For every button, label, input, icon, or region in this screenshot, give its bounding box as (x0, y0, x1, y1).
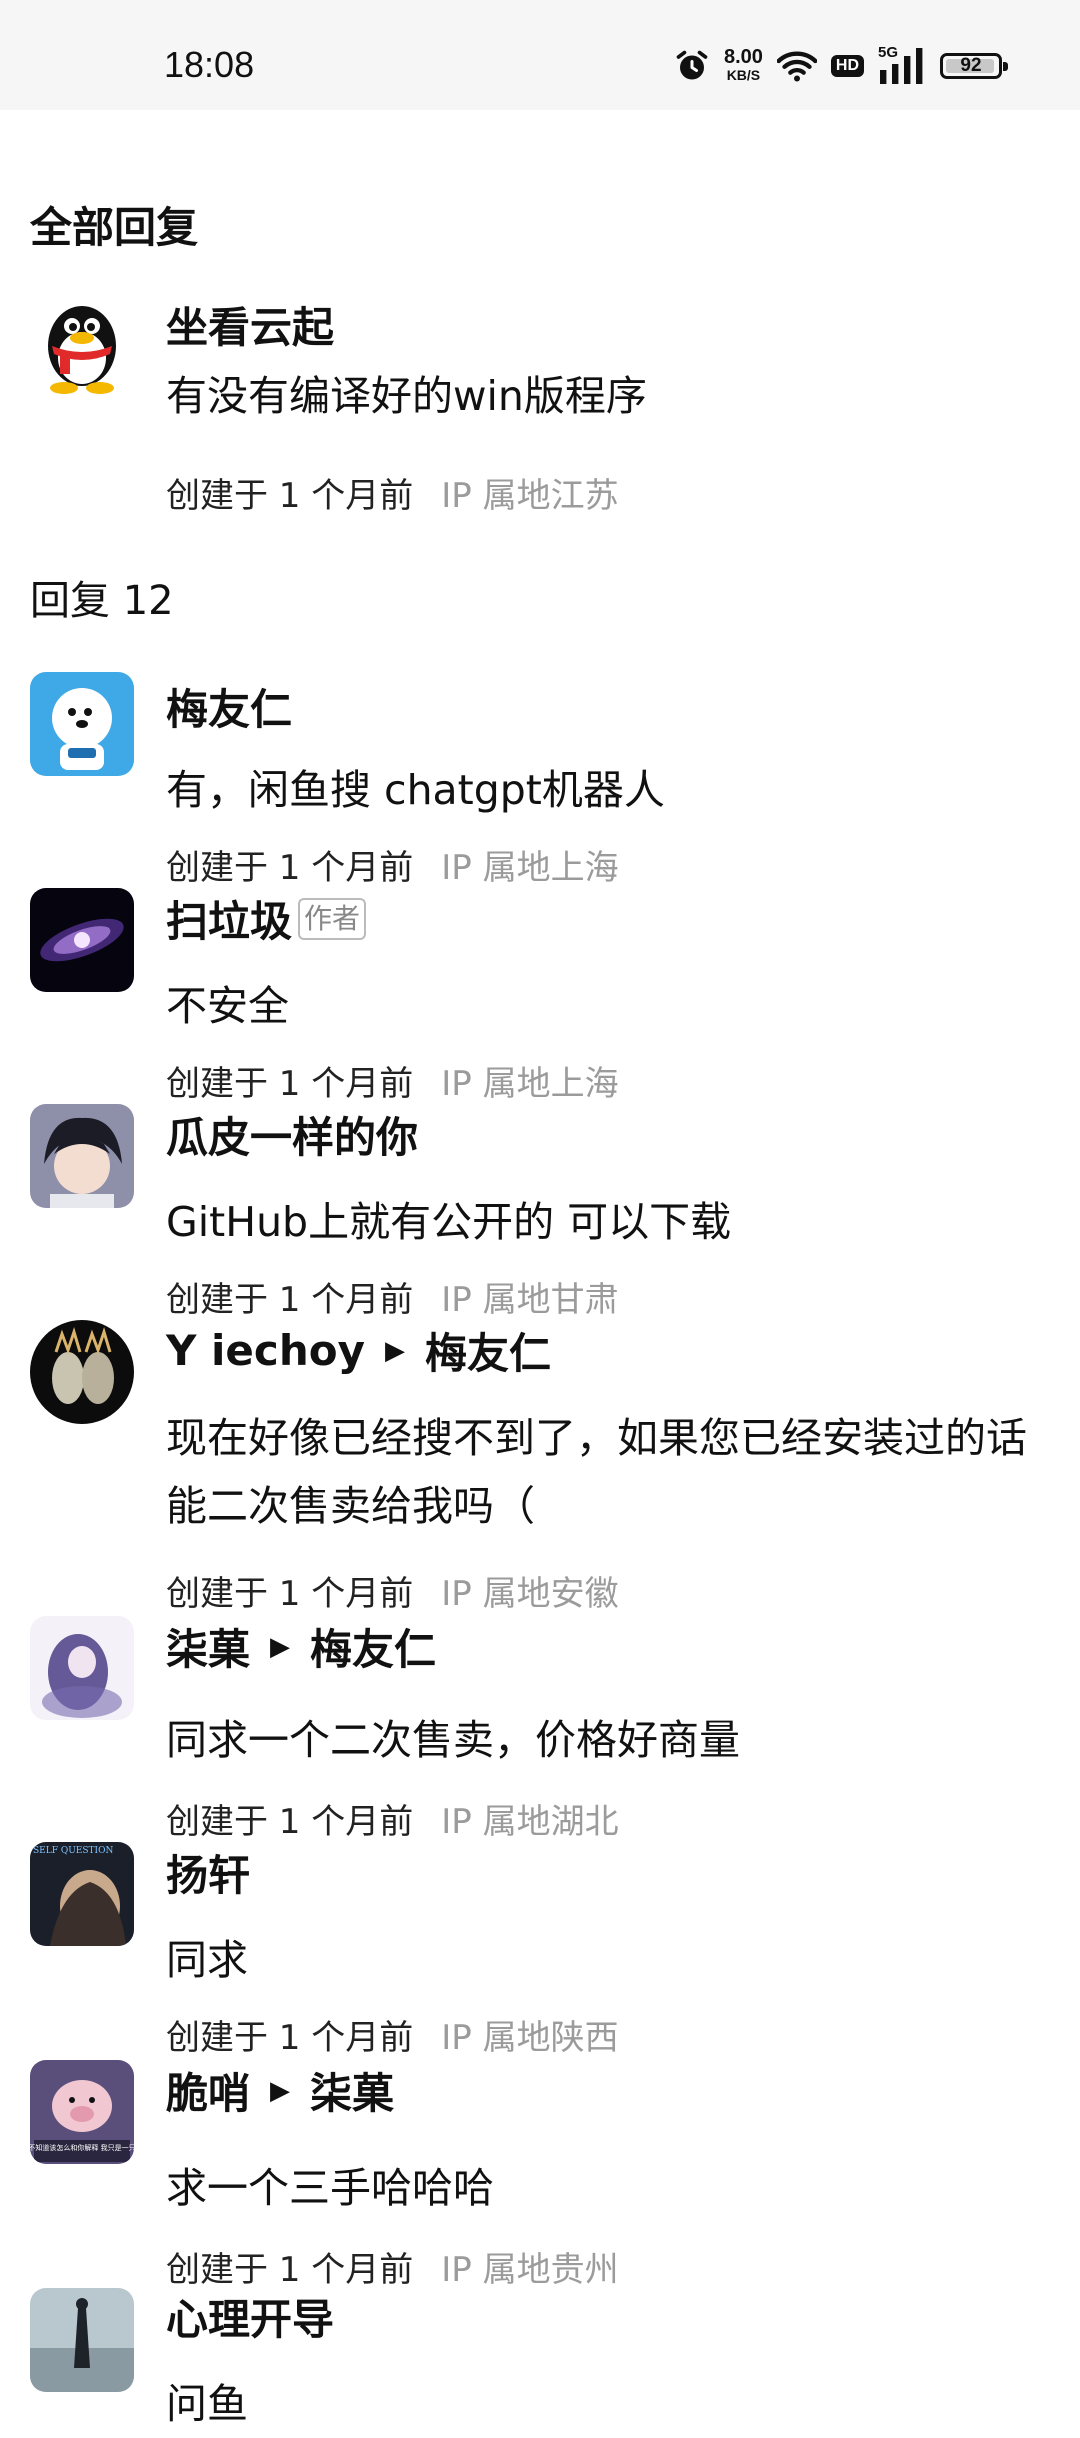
avatar-image (30, 1104, 134, 1208)
reply-text: 有，闲鱼搜 chatgpt机器人 (166, 766, 665, 814)
reply-meta: 创建于 1 个月前 IP 属地湖北 (166, 1794, 619, 1843)
avatar-purple-girl[interactable] (30, 1616, 134, 1720)
reply-count: 回复 12 (30, 578, 174, 624)
reply-created: 创建于 1 个月前 (166, 848, 414, 888)
reply-author-name[interactable]: 梅友仁 (166, 676, 292, 737)
reply-created: 创建于 1 个月前 (166, 2250, 414, 2290)
reply-text: 同求一个二次售卖，价格好商量 (166, 1716, 740, 1764)
reply-ip: IP 属地上海 (441, 1064, 619, 1104)
reply-to-arrow-icon: ▶ (270, 1631, 291, 1662)
reply-meta: 创建于 1 个月前 IP 属地上海 (166, 840, 619, 889)
avatar-image: SELF QUESTION (30, 1842, 134, 1946)
reply-ip: IP 属地上海 (441, 848, 619, 888)
avatar-galaxy[interactable] (30, 888, 134, 992)
reply-target-name[interactable]: 柒菓 (310, 2060, 394, 2121)
battery-indicator: 92 (940, 53, 1008, 79)
reply-ip: IP 属地陕西 (441, 2018, 619, 2058)
avatar-dark-art[interactable] (30, 1320, 134, 1424)
reply-created: 创建于 1 个月前 (166, 1280, 414, 1320)
reply-created: 创建于 1 个月前 (166, 1802, 414, 1842)
battery-level: 92 (960, 55, 982, 76)
status-bar: 18:08 8.00 KB/S HD 5G 92 (0, 0, 1080, 110)
reply-created: 创建于 1 个月前 (166, 1064, 414, 1104)
reply-author-name[interactable]: 扬轩 (166, 1842, 250, 1903)
network-speed-value: 8.00 (723, 46, 763, 68)
reply-author[interactable]: 瓜皮一样的你 (166, 1104, 418, 1165)
penguin-icon (30, 290, 134, 394)
reply-ip: IP 属地安徽 (441, 1574, 619, 1614)
reply-author-name[interactable]: Y iechoy (166, 1326, 365, 1375)
avatar-image: 我不知道该怎么和你解释 我只是一只猪 (30, 2060, 134, 2164)
avatar-cartoon-dog[interactable] (30, 672, 134, 776)
network-speed-unit: KB/S (726, 67, 761, 83)
avatar-penguin[interactable] (30, 290, 134, 394)
reply-author[interactable]: 梅友仁 (166, 676, 292, 737)
avatar-image (30, 672, 134, 776)
avatar-caption: SELF QUESTION (33, 1846, 113, 1856)
avatar-caption: 我不知道该怎么和你解释 我只是一只猪 (30, 2143, 134, 2152)
wifi-icon (776, 51, 817, 82)
reply-meta: 创建于 1 个月前 IP 属地陕西 (166, 2010, 619, 2059)
reply-target-name[interactable]: 梅友仁 (425, 1320, 551, 1381)
reply-meta: 创建于 1 个月前 IP 属地贵州 (166, 2242, 619, 2291)
reply-text: GitHub上就有公开的 可以下载 (166, 1198, 732, 1246)
avatar-image (30, 888, 134, 992)
reply-text: 不安全 (166, 982, 289, 1030)
reply-created: 创建于 1 个月前 (166, 2018, 414, 2058)
comment-author[interactable]: 坐看云起 (166, 294, 334, 355)
status-icons: 8.00 KB/S HD 5G 92 (674, 44, 1008, 88)
comment-ip: IP 属地江苏 (441, 476, 619, 516)
reply-to-arrow-icon: ▶ (384, 1335, 405, 1366)
reply-text: 同求 (166, 1936, 248, 1984)
avatar-self-question[interactable]: SELF QUESTION (30, 1842, 134, 1946)
section-title: 全部回复 (30, 203, 199, 252)
reply-author[interactable]: 扬轩 (166, 1842, 250, 1903)
reply-author[interactable]: Y iechoy ▶ 梅友仁 (166, 1320, 551, 1381)
network-speed: 8.00 KB/S (723, 46, 763, 84)
status-time: 18:08 (164, 44, 255, 85)
reply-author-name[interactable]: 脆哨 (166, 2060, 250, 2121)
reply-author-name[interactable]: 扫垃圾 (166, 888, 292, 949)
comment-meta: 创建于 1 个月前 IP 属地江苏 (166, 468, 619, 517)
reply-to-arrow-icon: ▶ (270, 2075, 291, 2106)
reply-author[interactable]: 脆哨 ▶ 柒菓 (166, 2060, 394, 2121)
reply-ip: IP 属地湖北 (441, 1802, 619, 1842)
alarm-icon (676, 50, 708, 80)
hd-voice-icon: HD (830, 55, 864, 77)
reply-author-name[interactable]: 瓜皮一样的你 (166, 1104, 418, 1165)
reply-target-name[interactable]: 梅友仁 (310, 1616, 436, 1677)
reply-author[interactable]: 柒菓 ▶ 梅友仁 (166, 1616, 436, 1677)
comment-text: 有没有编译好的win版程序 (166, 372, 647, 420)
reply-meta: 创建于 1 个月前 IP 属地安徽 (166, 1566, 619, 1615)
avatar-image (30, 1320, 134, 1424)
avatar-image (30, 2288, 134, 2392)
reply-author-name[interactable]: 心理开导 (166, 2286, 334, 2347)
avatar-image (30, 1616, 134, 1720)
comment-author-name[interactable]: 坐看云起 (166, 294, 334, 355)
reply-text: 现在好像已经搜不到了，如果您已经安装过的话能二次售卖给我吗（ (166, 1414, 1027, 1530)
reply-meta: 创建于 1 个月前 IP 属地上海 (166, 1056, 619, 1105)
reply-ip: IP 属地贵州 (441, 2250, 619, 2290)
avatar-anime-boy[interactable] (30, 1104, 134, 1208)
author-badge: 作者 (298, 897, 367, 940)
avatar-pig[interactable]: 我不知道该怎么和你解释 我只是一只猪 (30, 2060, 134, 2164)
signal-bars-icon (880, 48, 923, 84)
reply-author[interactable]: 心理开导 (166, 2286, 334, 2347)
cellular-signal: 5G (878, 44, 926, 84)
reply-author[interactable]: 扫垃圾 作者 (166, 888, 367, 949)
reply-text: 问鱼 (166, 2380, 248, 2428)
avatar-sky-figure[interactable] (30, 2288, 134, 2392)
comment-created: 创建于 1 个月前 (166, 476, 414, 516)
reply-ip: IP 属地甘肃 (441, 1280, 619, 1320)
reply-created: 创建于 1 个月前 (166, 1574, 414, 1614)
reply-text: 求一个三手哈哈哈 (166, 2164, 494, 2212)
reply-author-name[interactable]: 柒菓 (166, 1616, 250, 1677)
reply-meta: 创建于 1 个月前 IP 属地甘肃 (166, 1272, 619, 1321)
